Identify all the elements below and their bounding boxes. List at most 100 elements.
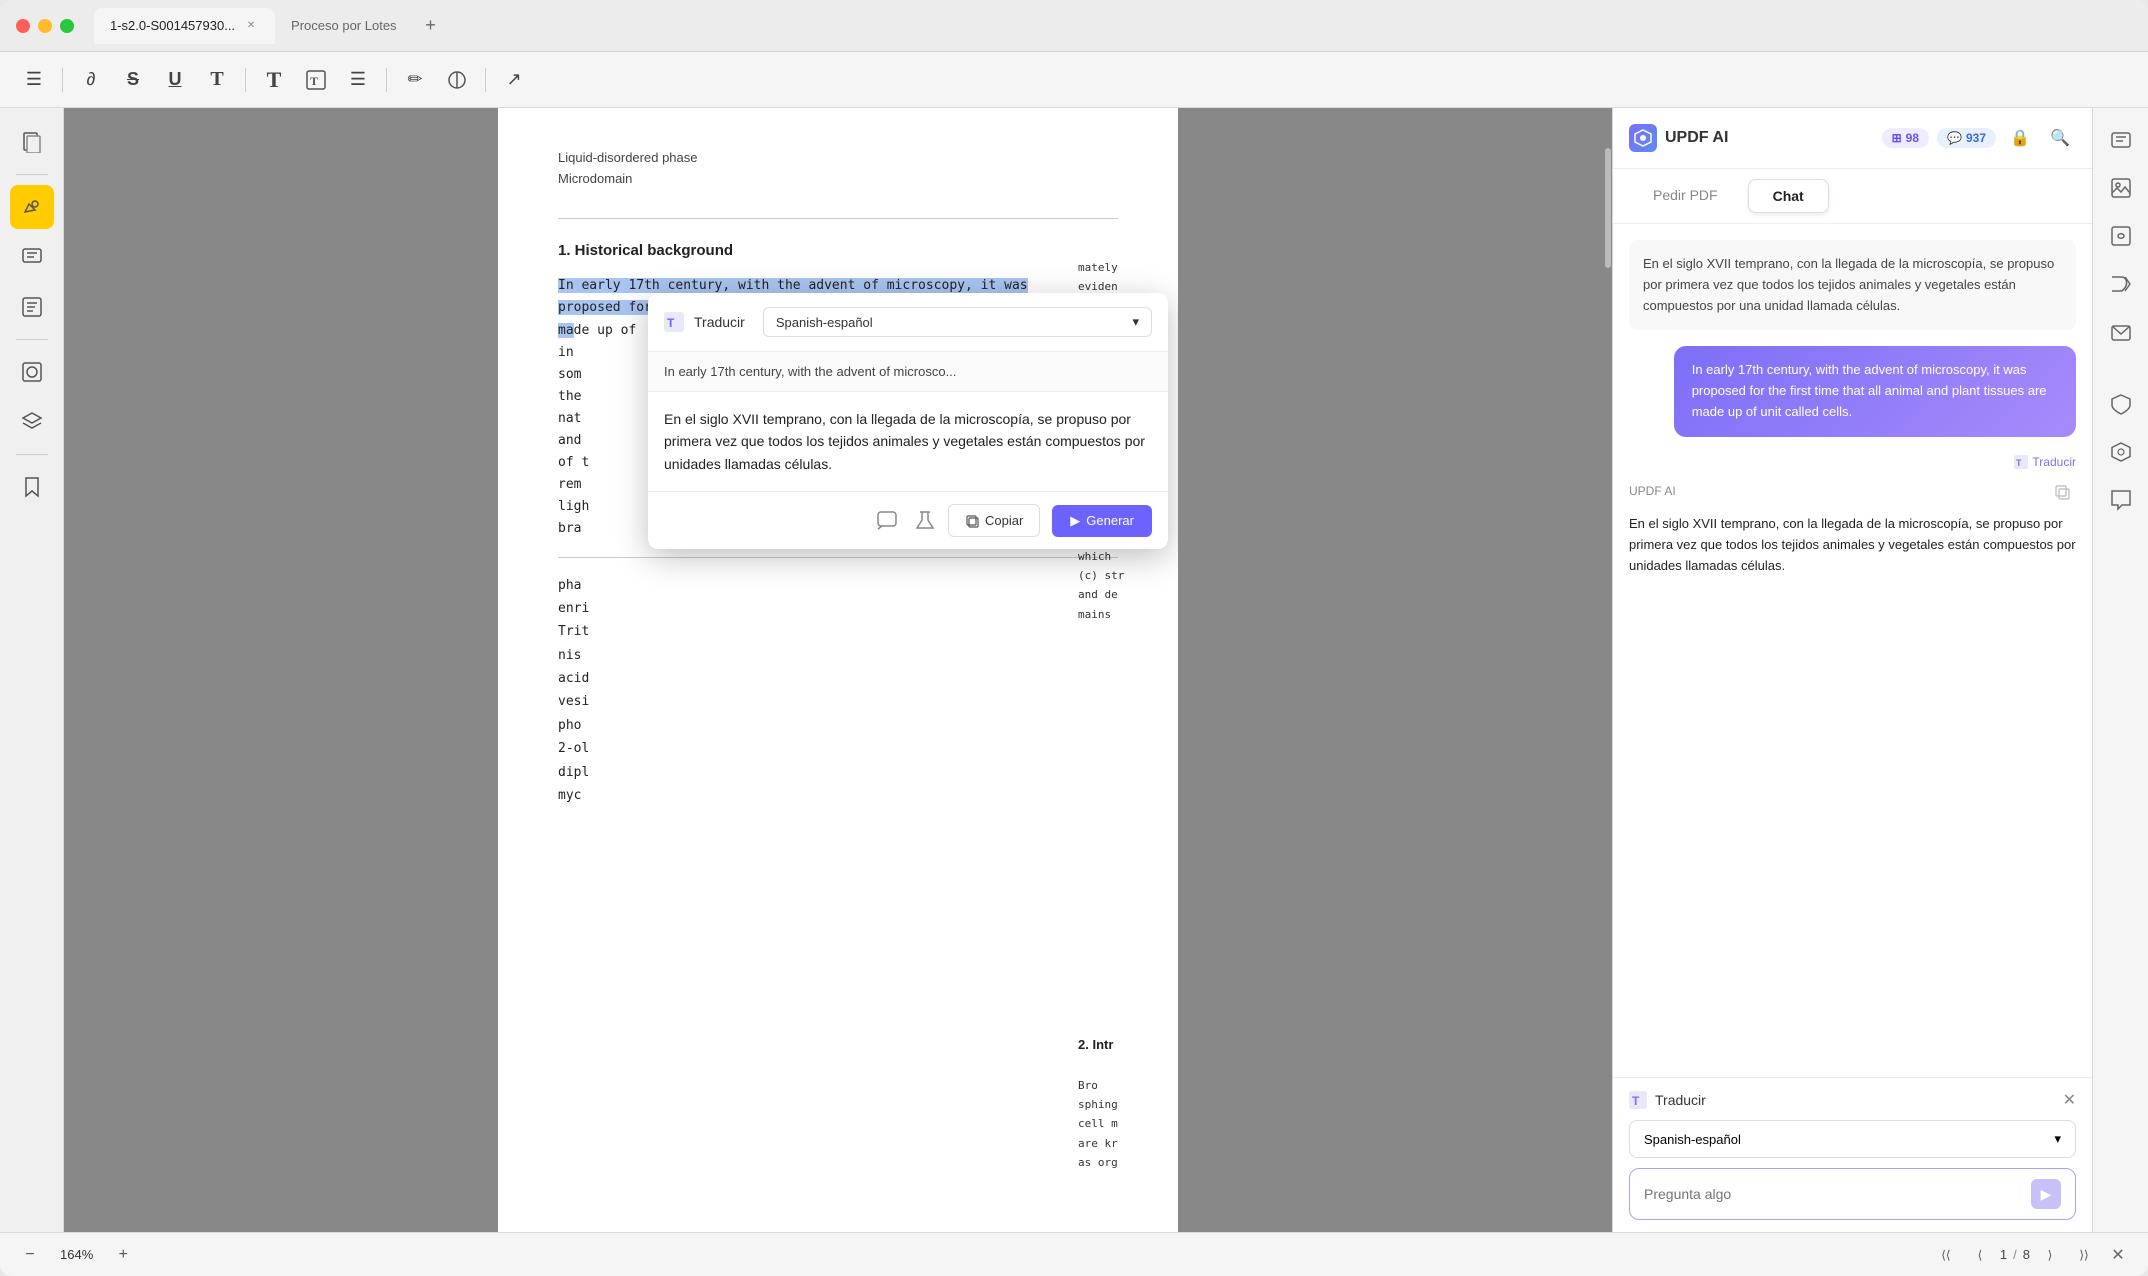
zoom-level-display[interactable]: 164% xyxy=(52,1247,101,1262)
copy-icon xyxy=(965,514,979,528)
toolbar-divider-4 xyxy=(485,68,486,92)
nav-last-button[interactable]: ⟩⟩ xyxy=(2070,1241,2098,1269)
translate-icon: T xyxy=(2014,455,2028,469)
pdf-scrollbar[interactable] xyxy=(1604,108,1612,1232)
translation-popup: T Traducir Spanish-español ▾ In early 17… xyxy=(648,293,1168,549)
close-bottom-button[interactable]: ✕ xyxy=(2104,1241,2132,1269)
tab-document2[interactable]: Proceso por Lotes xyxy=(275,8,413,44)
right-share-icon[interactable] xyxy=(2101,264,2141,304)
translate-bar-close-button[interactable]: ✕ xyxy=(2063,1090,2076,1110)
arrow-tool-button[interactable]: ↗ xyxy=(496,62,532,98)
close-button[interactable] xyxy=(16,19,30,33)
right-edge-panel xyxy=(2092,108,2148,1232)
generate-label: Generar xyxy=(1086,513,1134,528)
zoom-in-button[interactable]: + xyxy=(109,1241,137,1269)
chevron-down-icon-2: ▾ xyxy=(2054,1131,2061,1147)
tab-ask-pdf[interactable]: Pedir PDF xyxy=(1629,179,1742,213)
generate-arrow-icon: ▶ xyxy=(1070,513,1080,529)
badge-value-purple: 98 xyxy=(1906,131,1919,145)
scrollbar-thumb[interactable] xyxy=(1605,148,1611,268)
translate-bar-select[interactable]: Spanish-español ▾ xyxy=(1629,1120,2076,1158)
zoom-out-button[interactable]: − xyxy=(16,1241,44,1269)
right-ocr-icon[interactable] xyxy=(2101,120,2141,160)
right-link-icon[interactable] xyxy=(2101,216,2141,256)
right-image-icon[interactable] xyxy=(2101,168,2141,208)
stamp-tool-button[interactable] xyxy=(439,62,475,98)
text-box-tool-button[interactable]: T xyxy=(256,62,292,98)
sidebar-search-icon[interactable] xyxy=(10,285,54,329)
sidebar-pages-icon[interactable] xyxy=(10,120,54,164)
page-total: 8 xyxy=(2023,1247,2030,1262)
tab-chat[interactable]: Chat xyxy=(1748,179,1829,213)
right-ai-bottom-icon[interactable] xyxy=(2101,432,2141,472)
translate-bar-lang: Spanish-español xyxy=(1644,1132,1741,1147)
body-text: de up of xyxy=(574,323,637,338)
ai-message-system: En el siglo XVII temprano, con la llegad… xyxy=(1629,240,2076,330)
body-text-7: of t xyxy=(558,455,589,470)
ai-tab-row: Pedir PDF Chat xyxy=(1613,169,2092,224)
right-protect-icon[interactable] xyxy=(2101,384,2141,424)
right-comment-bottom-icon[interactable] xyxy=(2101,480,2141,520)
underline-tool-button[interactable]: U xyxy=(157,62,193,98)
badge-count-purple: ⊞ 98 xyxy=(1882,128,1929,148)
traffic-lights xyxy=(16,19,74,33)
highlighted-text-3: ma xyxy=(558,323,574,338)
section2-title: 2. Intr xyxy=(1078,1037,1168,1052)
body-text-9: ligh xyxy=(558,499,589,514)
tab-close-1[interactable]: ✕ xyxy=(243,18,259,34)
updf-ai-logo: UPDF AI xyxy=(1629,124,1728,152)
tab-label-2: Proceso por Lotes xyxy=(291,18,397,33)
ai-search-icon[interactable]: 🔍 xyxy=(2044,122,2076,154)
sidebar-sep-1 xyxy=(16,174,48,175)
tab-document1[interactable]: 1-s2.0-S001457930... ✕ xyxy=(94,8,275,44)
page-navigation: ⟨⟨ ⟨ 1 / 8 ⟩ ⟩⟩ ✕ xyxy=(1932,1241,2132,1269)
pen-tool-button[interactable]: ✏ xyxy=(397,62,433,98)
sidebar-attachment-icon[interactable] xyxy=(10,350,54,394)
highlighted-text: In early 17th century, with the advent o… xyxy=(558,278,1028,293)
badge-count-blue: 💬 937 xyxy=(1937,128,1996,148)
label-liquid: Liquid-disordered phase xyxy=(558,148,1118,169)
popup-translate-label: Traducir xyxy=(694,314,745,330)
svg-text:T: T xyxy=(667,316,675,330)
tab-label-1: 1-s2.0-S001457930... xyxy=(110,18,235,33)
popup-footer: Copiar ▶ Generar xyxy=(648,491,1168,549)
copy-button[interactable]: Copiar xyxy=(948,504,1040,537)
translate-send-button[interactable]: ▶ xyxy=(2031,1179,2061,1209)
minimize-button[interactable] xyxy=(38,19,52,33)
popup-chat-icon[interactable] xyxy=(876,510,898,532)
highlight-tool-button[interactable]: ∂ xyxy=(73,62,109,98)
sidebar-highlight-icon[interactable] xyxy=(10,185,54,229)
nav-first-button[interactable]: ⟨⟨ xyxy=(1932,1241,1960,1269)
generate-button[interactable]: ▶ Generar xyxy=(1052,505,1152,537)
right-email-icon[interactable] xyxy=(2101,312,2141,352)
chevron-down-icon: ▾ xyxy=(1132,314,1139,330)
text-tool-button[interactable]: ☰ xyxy=(16,62,52,98)
sidebar-bookmark-icon[interactable] xyxy=(10,465,54,509)
translate-input[interactable] xyxy=(1644,1186,2031,1202)
ai-copy-button[interactable] xyxy=(2048,478,2076,506)
selected-lang: Spanish-español xyxy=(776,315,873,330)
sidebar-comments-icon[interactable] xyxy=(10,235,54,279)
body-text-6: and xyxy=(558,433,581,448)
ai-panel: UPDF AI ⊞ 98 💬 937 🔒 🔍 xyxy=(1612,108,2092,1232)
font-tool-button[interactable]: T xyxy=(199,62,235,98)
lang-select-dropdown[interactable]: Spanish-español ▾ xyxy=(763,307,1152,337)
ai-logo-icon xyxy=(1629,124,1657,152)
titlebar: 1-s2.0-S001457930... ✕ Proceso por Lotes… xyxy=(0,0,2148,52)
svg-text:T: T xyxy=(310,74,318,88)
section-title: 1. Historical background xyxy=(558,239,1118,263)
ai-lock-icon[interactable]: 🔒 xyxy=(2004,122,2036,154)
nav-next-button[interactable]: ⟩ xyxy=(2036,1241,2064,1269)
ai-header-right: ⊞ 98 💬 937 🔒 🔍 xyxy=(1882,122,2076,154)
nav-prev-button[interactable]: ⟨ xyxy=(1966,1241,1994,1269)
tab-add-button[interactable]: + xyxy=(417,12,445,40)
sidebar-layers-icon[interactable] xyxy=(10,400,54,444)
bottom-toolbar: − 164% + ⟨⟨ ⟨ 1 / 8 ⟩ ⟩⟩ ✕ xyxy=(0,1232,2148,1276)
popup-flask-icon[interactable] xyxy=(914,510,936,532)
list-tool-button[interactable]: ☰ xyxy=(340,62,376,98)
pdf-area: Liquid-disordered phase Microdomain 1. H… xyxy=(64,108,1612,1232)
strikethrough-tool-button[interactable]: S xyxy=(115,62,151,98)
maximize-button[interactable] xyxy=(60,19,74,33)
textbox-outline-tool-button[interactable]: T xyxy=(298,62,334,98)
body-text-10: bra xyxy=(558,521,581,536)
